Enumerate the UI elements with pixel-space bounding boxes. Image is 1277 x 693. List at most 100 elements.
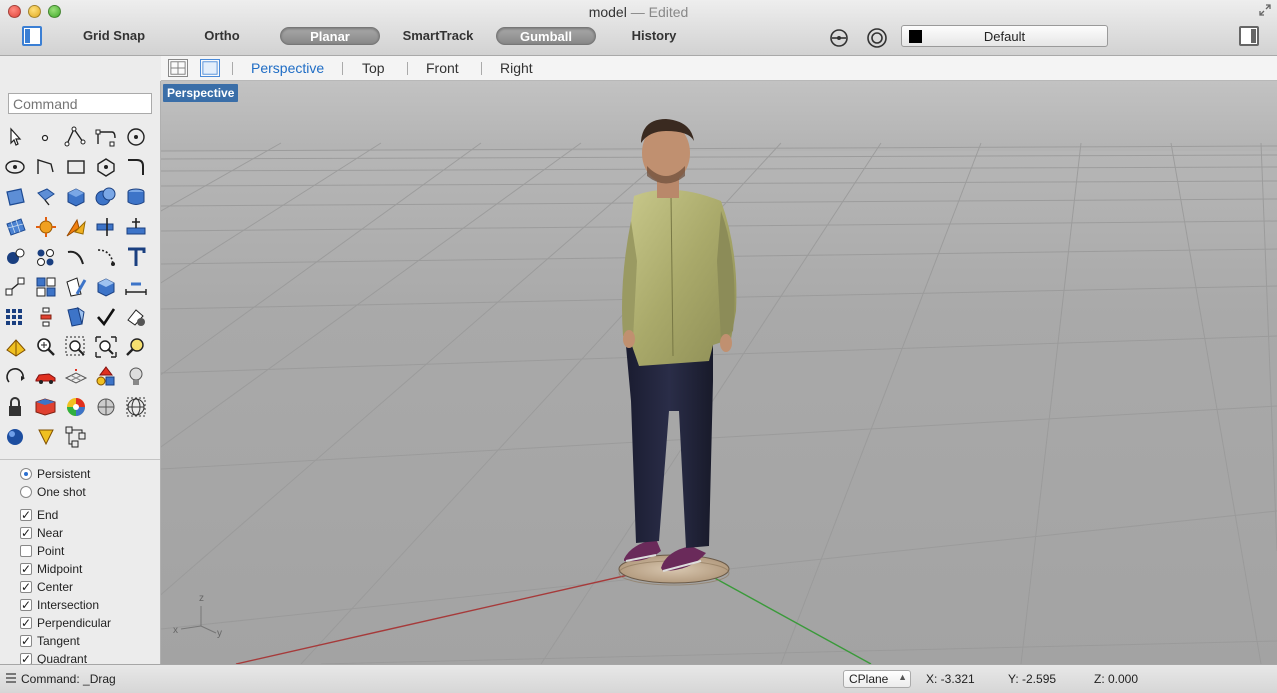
zoom-selected-icon[interactable] <box>123 334 149 360</box>
bend-tool-icon[interactable] <box>63 244 89 270</box>
zoom-extents-icon[interactable] <box>93 334 119 360</box>
viewport-title-label[interactable]: Perspective <box>163 84 239 102</box>
checkbox[interactable]: ✓ <box>20 635 32 647</box>
curve-tool-icon[interactable] <box>93 124 119 150</box>
sphere-shade-icon[interactable] <box>93 394 119 420</box>
analyze-tool-icon[interactable] <box>123 304 149 330</box>
zoom-window-icon[interactable] <box>63 334 89 360</box>
planar-toggle[interactable]: Planar <box>280 27 380 45</box>
layout-tool-icon[interactable] <box>63 304 89 330</box>
y-axis-line <box>710 575 872 664</box>
transform-tool-icon[interactable] <box>3 244 29 270</box>
checkbox[interactable] <box>20 545 32 557</box>
viewport-tabs-bar: Perspective Top Front Right <box>161 56 1277 81</box>
array-tool-icon[interactable] <box>33 244 59 270</box>
arc-tool-icon[interactable] <box>33 154 59 180</box>
render-tool-icon[interactable] <box>3 334 29 360</box>
dimension-tool-icon[interactable] <box>123 214 149 240</box>
tab-separator <box>407 62 408 75</box>
checkbox[interactable]: ✓ <box>20 599 32 611</box>
gumball-toggle[interactable]: Gumball <box>496 27 596 45</box>
mesh-tool-icon[interactable] <box>3 214 29 240</box>
history-toggle[interactable]: History <box>624 27 684 45</box>
layer-selector[interactable]: Default <box>901 25 1108 47</box>
circle-tool-icon[interactable] <box>123 124 149 150</box>
four-viewport-layout-icon[interactable] <box>168 59 188 77</box>
rebuild-tool-icon[interactable] <box>93 244 119 270</box>
fullscreen-icon[interactable] <box>1259 4 1271 16</box>
smarttrack-toggle[interactable]: SmartTrack <box>397 27 479 45</box>
shapes-icon[interactable] <box>93 364 119 390</box>
sidebar-toggle-button[interactable] <box>22 26 42 46</box>
checkbox[interactable]: ✓ <box>20 581 32 593</box>
coordinate-y: Y: -2.595 <box>1008 672 1057 686</box>
edit-pencil-tool-icon[interactable] <box>63 274 89 300</box>
light-bulb-icon[interactable] <box>123 364 149 390</box>
rectangle-tool-icon[interactable] <box>63 154 89 180</box>
polygon-tool-icon[interactable] <box>93 154 119 180</box>
checkbox[interactable]: ✓ <box>20 563 32 575</box>
radio-button[interactable] <box>20 486 32 498</box>
extrude-surface-icon[interactable] <box>33 184 59 210</box>
wireframe-sphere-icon[interactable] <box>123 394 149 420</box>
split-tool-icon[interactable] <box>93 214 119 240</box>
coordinate-z: Z: 0.000 <box>1094 672 1139 686</box>
checkbox[interactable]: ✓ <box>20 527 32 539</box>
car-model-icon[interactable] <box>33 364 59 390</box>
fillet-curve-tool-icon[interactable] <box>123 154 149 180</box>
osnap-target-icon[interactable] <box>866 27 888 49</box>
point-tool-icon[interactable] <box>33 124 59 150</box>
spotlight-icon[interactable] <box>33 424 59 450</box>
group-tool-icon[interactable] <box>33 274 59 300</box>
lock-icon[interactable] <box>3 394 29 420</box>
move-tool-icon[interactable] <box>3 274 29 300</box>
color-wheel-icon[interactable] <box>63 394 89 420</box>
cylinder-solid-icon[interactable] <box>123 184 149 210</box>
viewport-scene: z x y <box>161 81 1277 664</box>
select-tool-icon[interactable] <box>3 124 29 150</box>
tab-top[interactable]: Top <box>362 60 385 76</box>
grid-snap-toggle[interactable]: Grid Snap <box>80 27 148 45</box>
text-tool-icon[interactable] <box>123 244 149 270</box>
solid-edit-icon[interactable] <box>93 274 119 300</box>
command-history-icon[interactable] <box>6 673 16 683</box>
status-bar: Command: _Drag CPlane ▲ X: -3.321 Y: -2.… <box>0 664 1277 693</box>
explode-tool-icon[interactable] <box>33 214 59 240</box>
left-sidebar: Persistent One shot ✓ End ✓ Near Point ✓… <box>0 81 161 666</box>
single-viewport-layout-icon[interactable] <box>200 59 220 77</box>
align-tool-icon[interactable] <box>33 304 59 330</box>
checkbox[interactable]: ✓ <box>20 617 32 629</box>
command-input[interactable] <box>8 93 152 114</box>
tab-perspective[interactable]: Perspective <box>251 60 324 76</box>
grid-array-icon[interactable] <box>3 304 29 330</box>
osnap-label: Center <box>37 580 74 594</box>
tab-separator <box>481 62 482 75</box>
box-solid-icon[interactable] <box>63 184 89 210</box>
rotate-view-icon[interactable] <box>3 364 29 390</box>
window-titlebar: model — Edited Grid Snap Ortho Planar Sm… <box>0 0 1277 56</box>
boolean-union-icon[interactable] <box>93 184 119 210</box>
tab-right[interactable]: Right <box>500 60 533 76</box>
tab-front[interactable]: Front <box>426 60 459 76</box>
check-tool-icon[interactable] <box>93 304 119 330</box>
ellipse-tool-icon[interactable] <box>3 154 29 180</box>
surface-from-points-icon[interactable] <box>3 184 29 210</box>
radio-button[interactable] <box>20 468 32 480</box>
ortho-toggle[interactable]: Ortho <box>195 27 249 45</box>
material-icon[interactable] <box>33 394 59 420</box>
polyline-tool-icon[interactable] <box>63 124 89 150</box>
grid-plane-icon[interactable] <box>63 364 89 390</box>
sidebar-divider <box>0 459 160 460</box>
hierarchy-icon[interactable] <box>63 424 89 450</box>
measure-tool-icon[interactable] <box>123 274 149 300</box>
world-axis-gizmo <box>180 606 217 634</box>
cplane-selector[interactable]: CPlane ▲ <box>843 670 911 688</box>
perspective-viewport[interactable]: z x y Perspective <box>161 81 1277 664</box>
panels-toggle-button[interactable] <box>1239 26 1259 46</box>
checkbox[interactable]: ✓ <box>20 509 32 521</box>
filter-icon[interactable] <box>828 27 850 49</box>
render-sphere-icon[interactable] <box>3 424 29 450</box>
osnap-label: Point <box>37 544 65 558</box>
zoom-tool-icon[interactable] <box>33 334 59 360</box>
trim-tool-icon[interactable] <box>63 214 89 240</box>
